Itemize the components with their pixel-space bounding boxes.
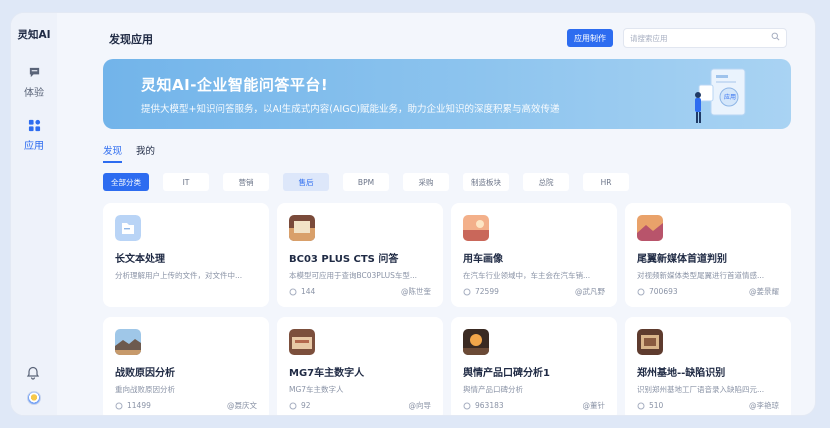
card-author: @向导 [408,401,432,410]
card-views: 11499 [127,401,151,410]
card-title: 舆情产品口碑分析1 [463,368,550,379]
apps-icon [26,117,42,133]
search-box[interactable] [623,28,787,48]
card-meta: 72599 @武凡野 [463,286,605,297]
page-title: 发现应用 [109,33,153,46]
card-title: 尾翼新媒体首道判别 [637,254,727,265]
sidebar-item-apps[interactable]: 应用 [24,117,44,152]
views-icon [463,288,471,295]
card-title: 用车画像 [463,254,503,265]
filter-procurement[interactable]: 采购 [403,173,449,191]
app-thumbnail-icon [115,329,141,355]
card-views: 72599 [475,287,499,296]
card-title: 郑州基地--缺陷识别 [637,368,726,379]
sidebar-item-label: 体验 [24,88,44,99]
filter-headquarters[interactable]: 总院 [523,173,569,191]
filter-hr[interactable]: HR [583,173,629,191]
sidebar-item-experience[interactable]: 体验 [24,64,44,99]
search-icon[interactable] [771,32,780,44]
card-author: @董针 [582,401,606,410]
card-author: @武凡野 [575,287,605,296]
app-thumbnail-icon [463,215,489,241]
card-title: MG7车主数字人 [289,368,365,379]
app-card[interactable]: 长文本处理 分析理解用户上传的文件，对文件中... [103,203,269,307]
filter-bpm[interactable]: BPM [343,173,389,191]
create-app-button[interactable]: 应用制作 [567,29,613,47]
card-title: 长文本处理 [115,254,165,265]
banner-illustration: 应用 [689,65,759,129]
banner-title: 灵知AI-企业智能问答平台! [141,76,329,94]
brand-logo: 灵知AI [17,29,51,41]
tab-mine[interactable]: 我的 [136,143,155,163]
card-views: 700693 [649,287,678,296]
filter-marketing[interactable]: 营销 [223,173,269,191]
banner-subtitle: 提供大模型+知识问答服务，以AI生成式内容(AIGC)赋能业务，助力企业知识的深… [141,104,560,115]
card-title: 战败原因分析 [115,368,175,379]
card-author: @李艳琼 [749,401,779,410]
app-thumbnail-icon [637,215,663,241]
app-thumbnail-icon [637,329,663,355]
tab-bar: 发现 我的 [103,143,155,163]
app-card[interactable]: 郑州基地--缺陷识别 识别郑州基地工厂语音录入缺陷四元... 510 @李艳琼 [625,317,791,415]
card-meta: 700693 @姜景耀 [637,286,779,297]
card-meta: 92 @向导 [289,400,431,411]
app-thumbnail-icon [463,329,489,355]
views-icon [289,288,297,295]
folder-icon [115,215,141,241]
filter-after-sales[interactable]: 售后 [283,173,329,191]
views-icon [637,288,645,295]
app-thumbnail-icon [289,215,315,241]
card-meta: 144 @陈世奎 [289,286,431,297]
app-card-grid: 长文本处理 分析理解用户上传的文件，对文件中... BC03 PLUS CTS … [103,203,793,415]
views-icon [637,402,645,409]
filter-manufacturing[interactable]: 制造板块 [463,173,509,191]
card-description: 识别郑州基地工厂语音录入缺陷四元... [637,385,765,394]
bell-icon[interactable] [26,366,40,383]
views-icon [289,402,297,409]
card-views: 92 [301,401,311,410]
card-description: 在汽车行业领域中，车主会在汽车销... [463,271,591,280]
main-content: 发现应用 应用制作 灵知AI-企业智能问答平台! 提供大模型+知识问答服务，以A… [57,13,815,415]
app-window: 灵知AI 体验 应用 发现应用 应用制作 灵知AI-企业智能 [10,12,816,416]
tab-discover[interactable]: 发现 [103,143,123,163]
app-card[interactable]: 战败原因分析 重向战败原因分析 11499 @聂庆文 [103,317,269,415]
app-card[interactable]: 尾翼新媒体首道判别 对视频新媒体类型尾翼进行首道情感... 700693 @姜景… [625,203,791,307]
sidebar-item-label: 应用 [24,141,44,152]
card-description: MG7车主数字人 [289,385,344,394]
card-views: 963183 [475,401,504,410]
views-icon [115,402,123,409]
filter-it[interactable]: IT [163,173,209,191]
app-card[interactable]: 用车画像 在汽车行业领域中，车主会在汽车销... 72599 @武凡野 [451,203,617,307]
app-card[interactable]: BC03 PLUS CTS 问答 本模型可应用于查询BC03PLUS车型... … [277,203,443,307]
chat-icon [26,64,42,80]
search-input[interactable] [630,33,771,43]
category-filters: 全部分类 IT 营销 售后 BPM 采购 制造板块 总院 HR [103,173,629,191]
sidebar: 灵知AI 体验 应用 [11,13,57,415]
card-author: @陈世奎 [401,287,431,296]
card-views: 510 [649,401,664,410]
card-views: 144 [301,287,316,296]
app-thumbnail-icon [289,329,315,355]
card-description: 分析理解用户上传的文件，对文件中... [115,271,243,280]
card-author: @聂庆文 [227,401,257,410]
avatar[interactable] [27,391,41,405]
card-description: 对视频新媒体类型尾翼进行首道情感... [637,271,765,280]
card-meta: 963183 @董针 [463,400,605,411]
card-description: 本模型可应用于查询BC03PLUS车型... [289,271,418,280]
views-icon [463,402,471,409]
hero-banner: 灵知AI-企业智能问答平台! 提供大模型+知识问答服务，以AI生成式内容(AIG… [103,59,791,129]
banner-badge: 应用 [724,94,737,101]
app-card[interactable]: MG7车主数字人 MG7车主数字人 92 @向导 [277,317,443,415]
card-description: 重向战败原因分析 [115,385,175,394]
app-card[interactable]: 舆情产品口碑分析1 舆情产品口碑分析 963183 @董针 [451,317,617,415]
filter-all[interactable]: 全部分类 [103,173,149,191]
card-meta: 11499 @聂庆文 [115,400,257,411]
card-author: @姜景耀 [749,287,779,296]
card-description: 舆情产品口碑分析 [463,385,523,394]
card-meta: 510 @李艳琼 [637,400,779,411]
card-title: BC03 PLUS CTS 问答 [289,254,399,265]
